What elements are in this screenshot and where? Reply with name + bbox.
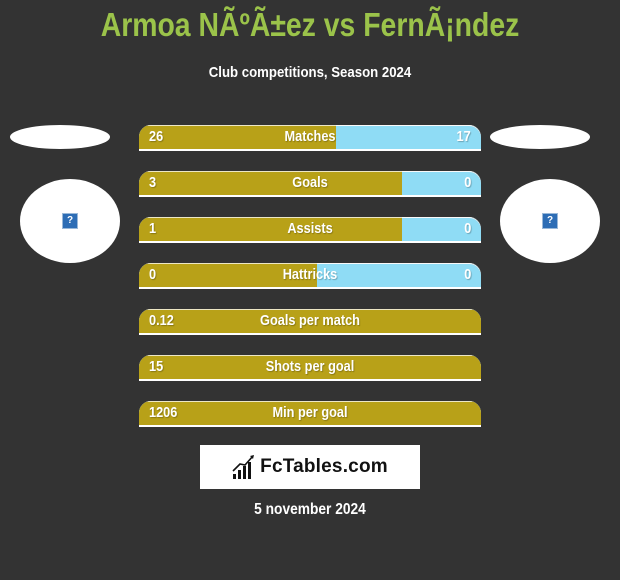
right-value: 0 bbox=[463, 220, 471, 237]
stat-row-assists: 1 Assists 0 bbox=[139, 217, 481, 243]
logo-text: FcTables.com bbox=[260, 456, 388, 477]
stat-label: Matches bbox=[284, 128, 336, 145]
left-value: 1 bbox=[149, 220, 157, 237]
right-value: 0 bbox=[463, 174, 471, 191]
stat-row-min-per-goal: 1206 Min per goal bbox=[139, 401, 481, 427]
bar-bottom-border bbox=[139, 379, 481, 381]
right-player-name-oval bbox=[490, 125, 590, 149]
stat-label: Shots per goal bbox=[265, 358, 355, 375]
stat-row-hattricks: 0 Hattricks 0 bbox=[139, 263, 481, 289]
question-mark-icon: ? bbox=[62, 213, 78, 229]
bar-bottom-border bbox=[139, 425, 481, 427]
right-value: 0 bbox=[463, 266, 471, 283]
stat-label: Min per goal bbox=[272, 404, 348, 421]
stat-label: Hattricks bbox=[282, 266, 338, 283]
stat-row-goals: 3 Goals 0 bbox=[139, 171, 481, 197]
bar-bottom-border bbox=[139, 149, 481, 151]
left-value: 0 bbox=[149, 266, 157, 283]
right-player-avatar[interactable]: ? bbox=[500, 179, 600, 263]
stat-row-shots-per-goal: 15 Shots per goal bbox=[139, 355, 481, 381]
fctables-logo[interactable]: FcTables.com bbox=[200, 445, 420, 489]
question-mark-icon: ? bbox=[542, 213, 558, 229]
bar-bottom-border bbox=[139, 241, 481, 243]
bar-bottom-border bbox=[139, 333, 481, 335]
stat-row-matches: 26 Matches 17 bbox=[139, 125, 481, 151]
left-player-name-oval bbox=[10, 125, 110, 149]
bar-bottom-border bbox=[139, 195, 481, 197]
competition-subtitle: Club competitions, Season 2024 bbox=[208, 64, 412, 81]
left-value: 26 bbox=[149, 128, 164, 145]
stat-label: Goals per match bbox=[260, 312, 360, 329]
left-value: 3 bbox=[149, 174, 157, 191]
page-title: Armoa NÃºÃ±ez vs FernÃ¡ndez bbox=[100, 6, 520, 43]
left-player-avatar[interactable]: ? bbox=[20, 179, 120, 263]
bar-chart-icon bbox=[232, 455, 255, 479]
stat-label: Assists bbox=[287, 220, 333, 237]
left-value: 15 bbox=[149, 358, 164, 375]
stat-label: Goals bbox=[292, 174, 328, 191]
bar-bottom-border bbox=[139, 287, 481, 289]
right-value: 17 bbox=[456, 128, 471, 145]
stat-row-goals-per-match: 0.12 Goals per match bbox=[139, 309, 481, 335]
report-date: 5 november 2024 bbox=[254, 501, 366, 518]
